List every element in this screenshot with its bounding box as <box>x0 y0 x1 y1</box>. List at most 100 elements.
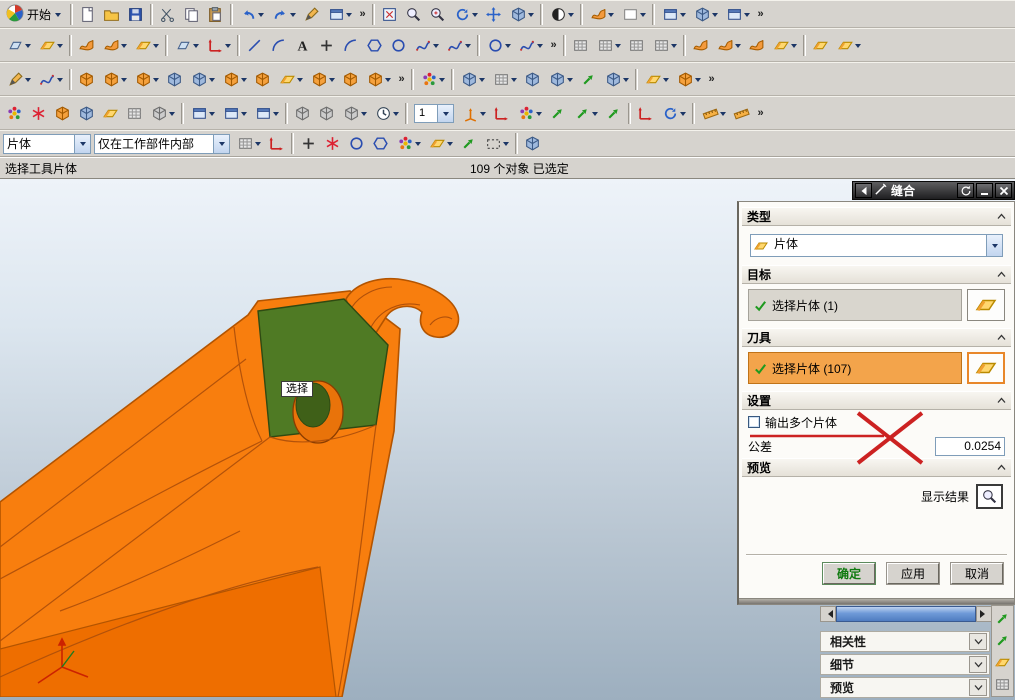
wireframe-3-button[interactable] <box>339 102 370 125</box>
tool-section-header[interactable]: 刀具 <box>742 328 1011 347</box>
spline-tool-button[interactable] <box>443 34 474 57</box>
type-combo[interactable]: 片体 <box>750 234 1003 257</box>
background-button[interactable] <box>618 3 649 26</box>
copy-button[interactable] <box>180 3 203 26</box>
dialog-resize-grip[interactable] <box>739 598 1014 604</box>
overflow-1[interactable]: » <box>356 3 369 26</box>
nav-up-2-button[interactable] <box>993 631 1012 650</box>
view-combo-dropdown[interactable] <box>437 104 453 122</box>
snap-endpoint-button[interactable] <box>297 132 320 155</box>
section-surface-button[interactable] <box>769 34 800 57</box>
sheet-from-curves-button[interactable] <box>131 34 162 57</box>
output-multiple-sheets-checkbox[interactable] <box>748 416 760 428</box>
wireframe-2-button[interactable] <box>315 102 338 125</box>
fillet-tool-button[interactable] <box>339 34 362 57</box>
graphics-viewport[interactable]: 选择 缝合 类型 片体 目标 选择片体 (1) 刀具 选择片体 (107) 设置… <box>0 179 1015 700</box>
polygon-tool-button[interactable] <box>363 34 386 57</box>
new-file-button[interactable] <box>76 3 99 26</box>
edge-blend-button[interactable] <box>307 68 338 91</box>
snap-more-button[interactable] <box>147 102 178 125</box>
wireframe-1-button[interactable] <box>291 102 314 125</box>
tolerance-input[interactable] <box>935 436 1005 456</box>
ellipse-tool-button[interactable] <box>387 34 410 57</box>
taper-button[interactable] <box>339 68 362 91</box>
snap-solid-button[interactable] <box>51 102 74 125</box>
offset-face-button[interactable] <box>577 68 600 91</box>
nav-sheet-button[interactable] <box>993 653 1012 672</box>
x-axis-tool-button[interactable] <box>634 102 657 125</box>
sew-dialog-titlebar[interactable]: 缝合 <box>852 181 1015 200</box>
selection-scope-dropdown[interactable] <box>213 134 229 153</box>
dialog-back-button[interactable] <box>855 183 872 198</box>
mirror-feature-button[interactable] <box>521 68 544 91</box>
unite-button[interactable] <box>163 68 186 91</box>
ruled-surface-button[interactable] <box>689 34 712 57</box>
wave-link-button[interactable] <box>457 68 488 91</box>
expand-button[interactable] <box>969 633 987 650</box>
selection-scope-combo[interactable]: 仅在工作部件内部 <box>94 133 230 154</box>
nav-grid-button[interactable] <box>993 675 1012 694</box>
delay-update-button[interactable] <box>371 102 402 125</box>
selection-filter-combo[interactable]: 片体 <box>3 133 91 154</box>
conic-tool-button[interactable] <box>411 34 442 57</box>
overflow-2[interactable]: » <box>754 3 767 26</box>
wcs-button[interactable] <box>458 102 489 125</box>
datum-axis-button[interactable] <box>203 34 234 57</box>
mesh-surface-1-button[interactable] <box>569 34 592 57</box>
snap-sheet-button[interactable] <box>99 102 122 125</box>
collapse-up-icon[interactable] <box>997 271 1006 278</box>
revolve-button[interactable] <box>99 68 130 91</box>
scroll-right-button[interactable] <box>976 606 992 622</box>
color-rosette-button[interactable] <box>417 68 448 91</box>
snap-quadrant-button[interactable] <box>393 132 424 155</box>
panel-preview[interactable]: 预览 <box>820 677 990 698</box>
panel-details[interactable]: 细节 <box>820 654 990 675</box>
target-sheet-button[interactable] <box>967 289 1005 321</box>
tool-select-field[interactable]: 选择片体 (107) <box>748 352 962 384</box>
collapse-up-icon[interactable] <box>997 334 1006 341</box>
snap-intersection-button[interactable] <box>369 132 392 155</box>
measure-angle-button[interactable] <box>730 102 753 125</box>
trim-body-button[interactable] <box>641 68 672 91</box>
cut-button[interactable] <box>156 3 179 26</box>
start-menu-button[interactable]: 开始 <box>3 2 67 26</box>
collapse-up-icon[interactable] <box>997 397 1006 404</box>
subtract-button[interactable] <box>187 68 218 91</box>
dialog-close-button[interactable] <box>995 183 1012 198</box>
show-result-button[interactable] <box>976 484 1003 509</box>
select-sheet-button[interactable] <box>425 132 456 155</box>
collapse-up-icon[interactable] <box>997 213 1006 220</box>
settings-section-header[interactable]: 设置 <box>742 391 1011 410</box>
rotate-wcs-button[interactable] <box>658 102 689 125</box>
through-curves-button[interactable] <box>713 34 744 57</box>
studio-surface-button[interactable] <box>75 34 98 57</box>
snap-grid-pt-button[interactable] <box>123 102 146 125</box>
snap-star-button[interactable] <box>27 102 50 125</box>
sketch-button[interactable] <box>3 68 34 91</box>
snap-center-button[interactable] <box>345 132 368 155</box>
snap-magnet-button[interactable] <box>457 132 480 155</box>
view-layer-combo[interactable]: 1 <box>414 103 454 123</box>
zoom-button[interactable] <box>426 3 449 26</box>
dialog-minimize-button[interactable] <box>976 183 993 198</box>
preview-section-header[interactable]: 预览 <box>742 458 1011 477</box>
scale-body-button[interactable] <box>601 68 632 91</box>
zoom-box-button[interactable] <box>402 3 425 26</box>
scroll-left-button[interactable] <box>820 606 836 622</box>
overflow-4[interactable]: » <box>395 68 408 91</box>
arrange-window-button[interactable] <box>722 3 753 26</box>
swept-surface-button[interactable] <box>99 34 130 57</box>
save-button[interactable] <box>124 3 147 26</box>
snap-midpoint-button[interactable] <box>321 132 344 155</box>
rotate-view-button[interactable] <box>450 3 481 26</box>
datum-plane-button[interactable] <box>171 34 202 57</box>
snap-rosette-button[interactable] <box>3 102 26 125</box>
target-section-header[interactable]: 目标 <box>742 265 1011 284</box>
type-section-header[interactable]: 类型 <box>742 207 1011 226</box>
bounded-plane-button[interactable] <box>833 34 864 57</box>
edit-section-button[interactable] <box>251 102 282 125</box>
rect-select-button[interactable] <box>481 132 512 155</box>
clip-section-button[interactable] <box>219 102 250 125</box>
nav-arrow-3-button[interactable] <box>602 102 625 125</box>
target-select-field[interactable]: 选择片体 (1) <box>748 289 962 321</box>
